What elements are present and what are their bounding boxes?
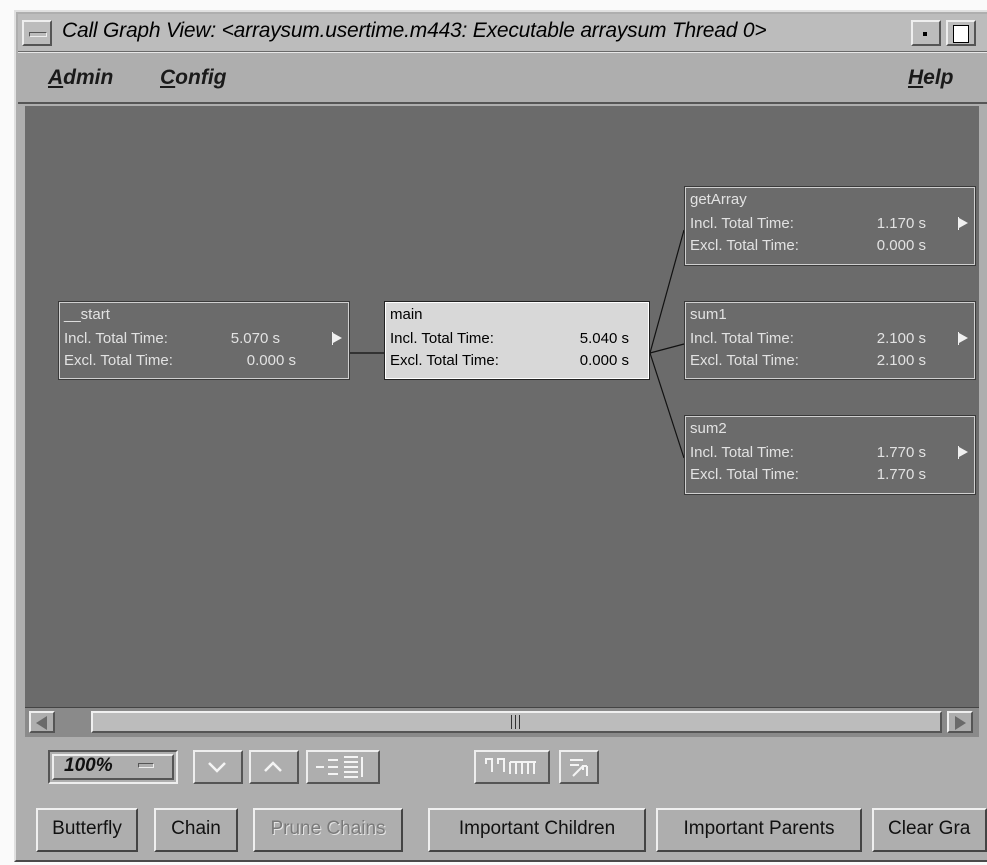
realign-icon — [485, 758, 536, 774]
graph-layout-icon — [316, 756, 363, 778]
window-menu-button[interactable] — [22, 20, 52, 46]
increase-button[interactable] — [249, 750, 299, 784]
node-incl-value: 5.040 s — [579, 330, 629, 347]
menu-admin-label: dmin — [63, 66, 114, 89]
option-menu-icon — [138, 763, 154, 768]
zoom-value: 100% — [64, 755, 113, 776]
node-function-name: sum2 — [690, 420, 727, 437]
call-graph-node-sum1[interactable]: sum1 Incl. Total Time: 2.100 s Excl. Tot… — [684, 301, 976, 380]
butterfly-button[interactable]: Butterfly — [36, 808, 138, 852]
clear-graph-button[interactable]: Clear Gra — [872, 808, 987, 852]
menu-admin-mnemonic: A — [48, 66, 64, 89]
expand-flag-icon[interactable] — [958, 217, 968, 230]
title-bar[interactable]: Call Graph View: <arraysum.usertime.m443… — [18, 14, 987, 52]
maximize-button[interactable] — [946, 20, 976, 46]
menu-config-label: onfig — [175, 66, 227, 89]
menu-bar: Admin Config Help — [18, 52, 987, 104]
graph-layout-button[interactable] — [306, 750, 380, 784]
node-incl-label: Incl. Total Time: — [690, 215, 794, 232]
call-graph-node-main[interactable]: main Incl. Total Time: 5.040 s Excl. Tot… — [384, 301, 650, 380]
call-graph-node-sum2[interactable]: sum2 Incl. Total Time: 1.770 s Excl. Tot… — [684, 415, 976, 495]
node-incl-value: 1.170 s — [876, 215, 926, 232]
horizontal-scrollbar[interactable] — [25, 707, 979, 737]
node-incl-label: Incl. Total Time: — [64, 330, 168, 347]
scrollbar-grip-icon — [511, 715, 521, 729]
expand-flag-icon[interactable] — [332, 332, 342, 345]
call-graph-node-start[interactable]: __start Incl. Total Time: 5.070 s Excl. … — [58, 301, 350, 380]
menu-config[interactable]: Config — [160, 66, 226, 90]
node-excl-label: Excl. Total Time: — [690, 237, 799, 254]
node-function-name: main — [390, 306, 423, 323]
call-graph-canvas[interactable]: __start Incl. Total Time: 5.070 s Excl. … — [25, 106, 979, 707]
expand-flag-icon[interactable] — [958, 332, 968, 345]
scroll-left-button[interactable] — [29, 711, 55, 733]
edge-main-sum2 — [649, 352, 685, 459]
scroll-right-button[interactable] — [947, 711, 973, 733]
node-function-name: sum1 — [690, 306, 727, 323]
chevron-down-icon — [208, 762, 226, 773]
menu-help-mnemonic: H — [908, 66, 924, 89]
node-incl-value: 1.770 s — [876, 444, 926, 461]
menu-config-mnemonic: C — [160, 66, 176, 89]
node-excl-value: 0.000 s — [876, 237, 926, 254]
menu-admin[interactable]: Admin — [48, 66, 113, 90]
minimize-button[interactable] — [911, 20, 941, 46]
node-incl-label: Incl. Total Time: — [690, 330, 794, 347]
node-excl-label: Excl. Total Time: — [690, 466, 799, 483]
node-excl-value: 0.000 s — [579, 352, 629, 369]
menu-help-label: elp — [923, 66, 954, 89]
node-excl-value: 2.100 s — [876, 352, 926, 369]
node-excl-label: Excl. Total Time: — [690, 352, 799, 369]
menu-help[interactable]: Help — [908, 66, 954, 90]
node-incl-value: 5.070 s — [230, 330, 280, 347]
chevron-up-icon — [264, 761, 282, 772]
rotate-icon — [570, 759, 588, 777]
node-incl-value: 2.100 s — [876, 330, 926, 347]
decrease-button[interactable] — [193, 750, 243, 784]
node-incl-label: Incl. Total Time: — [690, 444, 794, 461]
node-excl-label: Excl. Total Time: — [390, 352, 499, 369]
important-children-button[interactable]: Important Children — [428, 808, 646, 852]
scrollbar-thumb[interactable] — [91, 711, 942, 733]
node-function-name: __start — [64, 306, 110, 323]
zoom-menu[interactable]: 100% — [48, 750, 178, 784]
chain-button[interactable]: Chain — [154, 808, 238, 852]
prune-chains-button[interactable]: Prune Chains — [253, 808, 403, 852]
edge-main-getarray — [649, 229, 685, 354]
expand-flag-icon[interactable] — [958, 446, 968, 459]
rotate-button[interactable] — [559, 750, 599, 784]
node-function-name: getArray — [690, 191, 747, 208]
node-excl-value: 1.770 s — [876, 466, 926, 483]
node-excl-label: Excl. Total Time: — [64, 352, 173, 369]
call-graph-node-getarray[interactable]: getArray Incl. Total Time: 1.170 s Excl.… — [684, 186, 976, 266]
window-title: Call Graph View: <arraysum.usertime.m443… — [62, 19, 767, 42]
edge-main-sum1 — [649, 343, 685, 354]
call-graph-window: Call Graph View: <arraysum.usertime.m443… — [14, 10, 987, 862]
node-incl-label: Incl. Total Time: — [390, 330, 494, 347]
important-parents-button[interactable]: Important Parents — [656, 808, 862, 852]
node-excl-value: 0.000 s — [246, 352, 296, 369]
realign-button[interactable] — [474, 750, 550, 784]
